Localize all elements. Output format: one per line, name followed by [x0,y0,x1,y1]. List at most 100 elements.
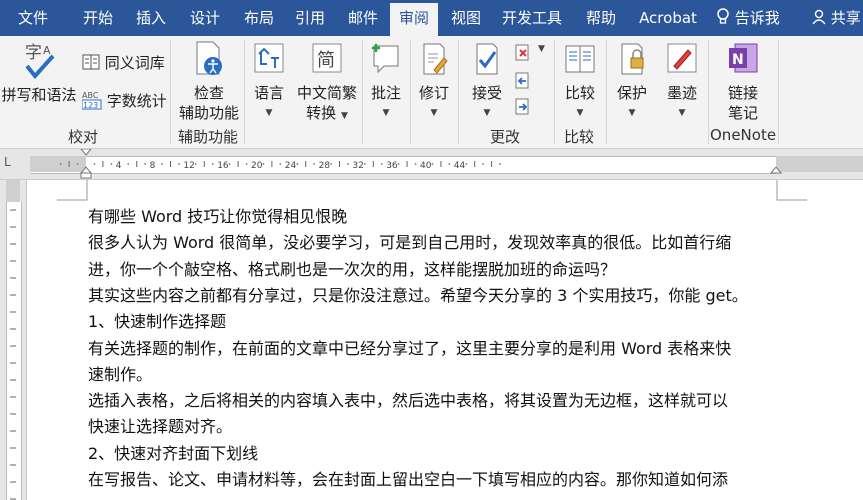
share-button[interactable]: 共享 [812,0,861,36]
tab-layout[interactable]: 布局 [234,0,284,36]
paragraph-line[interactable]: 在写报告、论文、申请材料等，会在封面上留出空白一下填写相应的内容。那你知道如何添 [88,466,728,490]
comments-label: 批注 [370,84,401,102]
onenote-group-label: OneNote [710,126,777,144]
ruler-dot [279,163,282,165]
share-label: 共享 [830,9,861,27]
right-indent-marker-icon[interactable] [770,167,782,179]
chinese-convert-icon: 简 [312,43,342,73]
paragraph-line[interactable]: 选插入表格，之后将相关的内容填入表中，然后选中表格，将其设置为无边框，这样就可以 [88,387,728,411]
accept-label: 接受 [471,84,502,102]
tab-insert[interactable]: 插入 [126,0,176,36]
ruler-dot [330,163,332,165]
svg-text:123: 123 [83,101,98,110]
word-count-icon: ABC 123 [81,91,102,110]
tab-review[interactable]: 审阅 [390,3,438,36]
group-divider [362,40,363,144]
paragraph-line[interactable]: 其实这些内容之前都有分享过，只是你没注意过。希望今天分享的 3 个实用技巧，你能… [88,282,748,306]
chevron-down-icon: ▼ [382,108,390,118]
tab-design[interactable]: 设计 [180,0,230,36]
ruler-dot [93,163,96,165]
group-divider [458,40,459,144]
ink-label: 墨迹 [666,84,697,102]
ink-pen-icon [667,43,697,73]
ruler-dot [363,163,366,165]
paragraph-line[interactable]: 1、快速制作选择题 [88,308,226,332]
ruler-number: 16 [217,161,229,171]
group-divider [708,40,709,144]
tab-acrobat[interactable]: Acrobat [632,0,704,36]
tab-developer[interactable]: 开发工具 [494,0,570,36]
chevron-down-icon[interactable]: ▼ [538,44,545,54]
ruler-dot [178,163,180,165]
top-right-margin-corner [776,180,807,201]
chinese-convert-label-2: 转换 ▼ [306,104,348,122]
linked-notes-button[interactable]: N 链接 笔记 [712,40,774,123]
chevron-down-icon: ▼ [483,108,491,118]
ruler-number: 44 [454,161,466,171]
ruler-number: 8 [150,161,156,171]
word-count-button[interactable]: ABC 123 字数统计 [81,90,167,111]
ruler-dot [414,163,417,165]
tell-me-search[interactable]: 告诉我 [716,0,780,36]
ruler-dot [127,163,130,165]
lightbulb-icon [717,8,729,24]
language-label: 语言 [253,84,284,102]
language-icon [254,43,284,73]
paragraph-line[interactable]: 快速让选择题对齐。 [88,413,232,437]
chinese-convert-label-1: 中文简繁 [296,84,357,102]
next-change-icon[interactable] [514,98,532,116]
paragraph-line[interactable]: 2、快速对齐封面下划线 [88,440,258,464]
ruler-dot [110,163,113,165]
spelling-label: 拼写和语法 [1,86,77,104]
compare-icon [565,45,595,73]
tab-view[interactable]: 视图 [444,0,488,36]
reject-icon[interactable] [514,44,532,62]
spelling-grammar-button[interactable]: 字 A 拼写和语法 [0,40,78,105]
onenote-icon: N [729,43,758,73]
vertical-ruler [0,180,27,500]
horizontal-ruler[interactable]: L 4 8 12 16 20 24 28 32 36 40 44 [0,149,863,180]
ruler-number: 32 [352,161,363,171]
svg-text:字: 字 [25,43,42,63]
track-changes-button[interactable]: 修订 ▼ [412,40,456,123]
tab-home[interactable]: 开始 [70,0,126,36]
ruler-dot [211,163,214,165]
check-accessibility-button[interactable]: 检查 辅助功能 [174,40,244,123]
tab-references[interactable]: 引用 [286,0,334,36]
ruler-number: 24 [285,161,297,171]
language-button[interactable]: 语言 ▼ [248,40,290,123]
compare-label: 比较 [564,84,595,102]
thesaurus-button[interactable]: 同义词库 [82,52,165,73]
svg-text:N: N [732,52,744,68]
ruler-dot [161,163,163,165]
ruler-dot [313,163,316,165]
tab-mailings[interactable]: 邮件 [338,0,388,36]
ink-button[interactable]: 墨迹 ▼ [660,40,704,123]
indent-marker-icon[interactable] [80,149,92,179]
paragraph-line[interactable]: 有哪些 Word 技巧让你觉得相见恨晚 [88,203,347,227]
protect-button[interactable]: 保护 ▼ [610,40,654,123]
ruler-dot [245,163,248,165]
paragraph-line[interactable]: 有关选择题的制作，在前面的文章中已经分享过了，这里主要分享的是利用 Word 表… [88,335,731,359]
compare-button[interactable]: 比较 ▼ [558,40,602,123]
accessibility-label-1: 检查 [193,84,224,102]
ruler-dot [499,163,501,165]
thesaurus-label: 同义词库 [104,54,165,72]
thesaurus-icon [82,54,100,70]
comments-button[interactable]: 批注 ▼ [364,40,408,123]
ruler-dot [296,163,299,165]
proofing-group-label: 校对 [68,128,99,146]
ruler-dot [380,163,383,165]
tab-help[interactable]: 帮助 [576,0,626,36]
chinese-convert-button[interactable]: 简 中文简繁 转换 ▼ [294,40,360,126]
paragraph-line[interactable]: 速制作。 [88,361,152,385]
accessibility-label-2: 辅助功能 [178,104,239,122]
svg-text:简: 简 [317,50,335,71]
track-changes-icon [423,43,448,75]
tab-file[interactable]: 文件 [6,0,60,36]
accept-button[interactable]: 接受 ▼ [462,40,512,123]
paragraph-line[interactable]: 进，你一个个敲空格、格式刷也是一次次的用，这样能摆脱加班的命运吗？ [88,256,616,280]
previous-change-icon[interactable] [514,72,532,90]
paragraph-line[interactable]: 很多人认为 Word 很简单，没必要学习，可是到自己用时，发现效率真的很低。比如… [88,229,731,253]
ruler-dot [262,163,265,165]
